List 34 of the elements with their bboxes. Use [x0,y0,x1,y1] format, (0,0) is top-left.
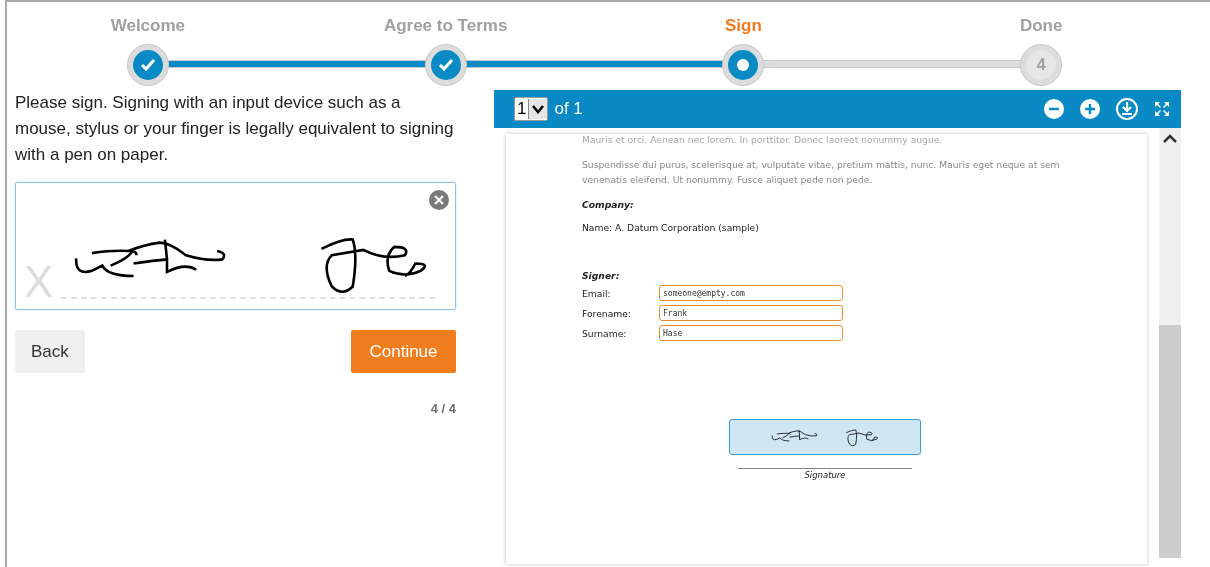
page-select[interactable]: 1 [514,97,549,121]
step-label: Agree to Terms [383,16,508,37]
form-field[interactable]: someone@empty.com [659,285,843,301]
zoom-in-icon[interactable] [1079,98,1101,120]
form-field[interactable]: Hase [659,325,843,341]
field-label: Surname: [582,327,628,339]
back-button[interactable]: Back [15,330,85,373]
check-icon [139,58,156,72]
caret-icon[interactable] [528,99,548,119]
step-label: Sign [724,16,762,37]
fullscreen-icon[interactable] [1153,100,1171,118]
clear-icon[interactable] [429,190,449,210]
document-text: Mauris et orci. Aenean nec lorem. In porttitor. Donec laoreet nonummy augue. [582,134,944,145]
zoom-out-icon[interactable] [1043,98,1065,120]
field-label: Forename: [582,307,632,319]
instructions-text: Please sign. Signing with an input device such as a mouse, stylus or your finger is legally equivalent to signing with a pen on paper. [15,92,455,166]
field-label: Email: [582,287,612,299]
step-label: Done [1019,16,1063,37]
check-icon [437,58,454,72]
form-field[interactable]: Frank [659,305,843,321]
section-heading: Signer: [582,270,621,281]
page-count: of 1 [554,99,583,119]
signature-field[interactable] [729,419,921,455]
scrollbar[interactable] [1159,128,1181,558]
page-counter: 4 / 4 [430,401,456,416]
document-paragraph: Suspendisse dui purus, scelerisque at, vulputate vitae, pretium mattis, nunc. Mauris eget neque at sem venenatis eleifend. Ut nonummy. Fusce aliquet pede non pede. [582,158,1061,187]
scrollbar-thumb[interactable] [1159,325,1181,558]
step-marker: 4 [1020,44,1063,86]
section-heading: Company: [582,199,635,210]
dot-icon [737,59,750,71]
signature-caption: Signature [804,470,846,480]
step-label: Welcome [110,16,186,37]
download-icon[interactable] [1115,97,1139,121]
company-name: Name: A. Datum Corporation (sample) [582,222,760,233]
